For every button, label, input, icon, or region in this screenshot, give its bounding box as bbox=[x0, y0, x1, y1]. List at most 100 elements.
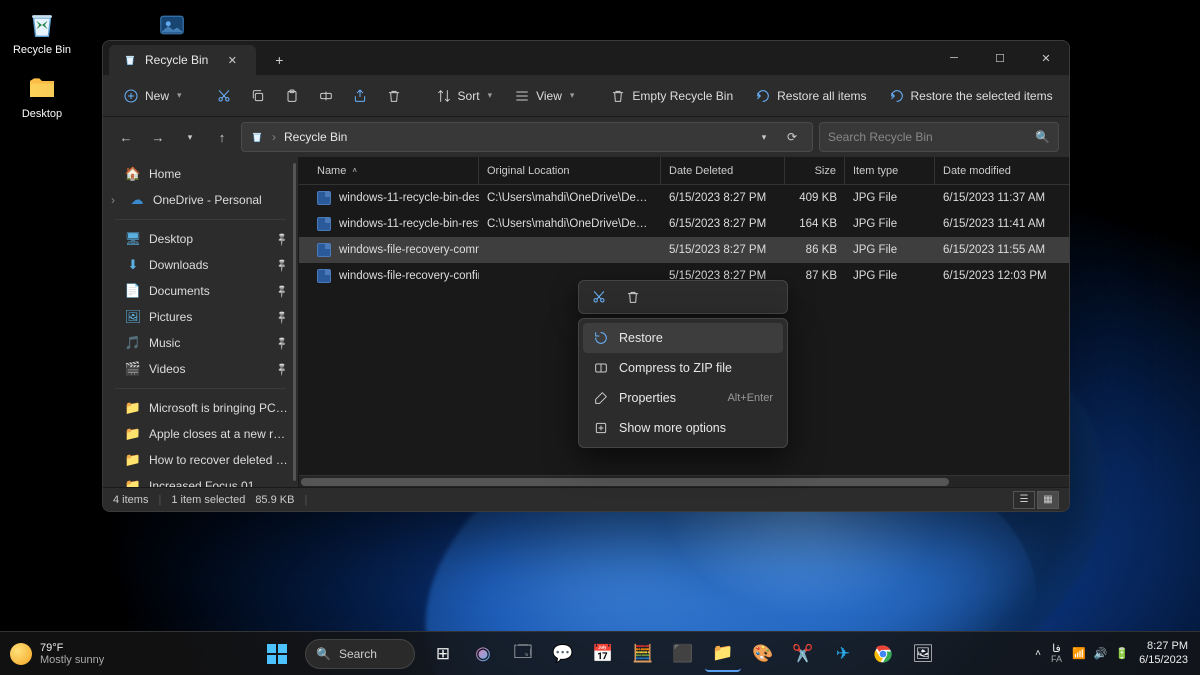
col-size[interactable]: Size bbox=[785, 157, 845, 184]
search-icon: 🔍 bbox=[1035, 130, 1050, 144]
search-box[interactable]: 🔍 bbox=[819, 122, 1059, 152]
sidebar-desktop[interactable]: 🖥Desktop bbox=[103, 226, 298, 252]
sidebar[interactable]: 🏠Home ☁OneDrive - Personal 🖥Desktop ⬇Dow… bbox=[103, 157, 299, 487]
tab-recycle-bin[interactable]: Recycle Bin ✕ bbox=[109, 45, 256, 75]
tiles-view-button[interactable]: ▦ bbox=[1037, 491, 1059, 509]
document-icon: 📄 bbox=[125, 283, 141, 299]
desktop-icon-desktop-folder[interactable]: Desktop bbox=[4, 68, 80, 130]
system-tray[interactable]: 📶 🔊 🔋 bbox=[1072, 647, 1129, 660]
context-menu: Restore Compress to ZIP file PropertiesA… bbox=[578, 318, 788, 448]
battery-icon[interactable]: 🔋 bbox=[1115, 647, 1129, 660]
desktop-icon-recycle-bin[interactable]: Recycle Bin bbox=[4, 4, 80, 66]
share-button[interactable] bbox=[344, 82, 376, 110]
taskbar-app[interactable]: ✈ bbox=[825, 636, 861, 672]
search-input[interactable] bbox=[828, 130, 1035, 144]
new-tab-button[interactable]: + bbox=[264, 45, 294, 75]
file-icon bbox=[317, 191, 331, 205]
recent-dropdown[interactable]: ▾ bbox=[177, 124, 203, 150]
paste-button[interactable] bbox=[276, 82, 308, 110]
weather-widget[interactable]: 79°F Mostly sunny bbox=[10, 642, 104, 666]
delete-button[interactable] bbox=[378, 82, 410, 110]
file-row[interactable]: windows-11-recycle-bin-desktop C:\Users\… bbox=[299, 185, 1069, 211]
sun-icon bbox=[10, 643, 32, 665]
sidebar-documents[interactable]: 📄Documents bbox=[103, 278, 298, 304]
taskbar-app[interactable]: ✂️ bbox=[785, 636, 821, 672]
ctx-compress[interactable]: Compress to ZIP file bbox=[583, 353, 783, 383]
toolbar: New▾ Sort▾ View▾ Empty Recycle Bin Resto… bbox=[103, 75, 1069, 117]
up-button[interactable]: ↑ bbox=[209, 124, 235, 150]
address-dropdown[interactable]: ▾ bbox=[752, 125, 776, 149]
taskbar-chrome[interactable] bbox=[865, 636, 901, 672]
sidebar-videos[interactable]: 🎬Videos bbox=[103, 356, 298, 382]
taskbar-app[interactable]: 🎨 bbox=[745, 636, 781, 672]
address-bar[interactable]: › Recycle Bin ▾ ⟳ bbox=[241, 122, 813, 152]
close-button[interactable]: ✕ bbox=[1023, 41, 1069, 75]
tab-close-button[interactable]: ✕ bbox=[222, 50, 242, 70]
breadcrumb-item[interactable]: Recycle Bin bbox=[284, 130, 347, 144]
video-icon: 🎬 bbox=[125, 361, 141, 377]
refresh-button[interactable]: ⟳ bbox=[780, 125, 804, 149]
sidebar-recent-2[interactable]: 📁How to recover deleted files in Winc bbox=[103, 447, 298, 473]
taskbar-app[interactable]: 🧮 bbox=[625, 636, 661, 672]
taskbar-search[interactable]: 🔍Search bbox=[305, 639, 415, 669]
forward-button[interactable]: → bbox=[145, 124, 171, 150]
file-row[interactable]: windows-11-recycle-bin-restore C:\Users\… bbox=[299, 211, 1069, 237]
col-location[interactable]: Original Location bbox=[479, 157, 661, 184]
file-row[interactable]: windows-file-recovery-command 5/15/2023 … bbox=[299, 237, 1069, 263]
taskbar-app[interactable]: 🗔 bbox=[505, 636, 541, 672]
col-deleted[interactable]: Date Deleted bbox=[661, 157, 785, 184]
copilot-icon[interactable]: ◉ bbox=[465, 636, 501, 672]
delete-icon[interactable] bbox=[623, 287, 643, 307]
sidebar-recent-3[interactable]: 📁Increased Focus 01 bbox=[103, 473, 298, 487]
language-indicator[interactable]: فا FA bbox=[1051, 643, 1062, 665]
sidebar-recent-0[interactable]: 📁Microsoft is bringing PC Game Pass t bbox=[103, 395, 298, 421]
taskbar[interactable]: 79°F Mostly sunny 🔍Search ⊞ ◉ 🗔 💬 📅 🧮 ⬛ … bbox=[0, 631, 1200, 675]
details-view-button[interactable]: ☰ bbox=[1013, 491, 1035, 509]
back-button[interactable]: ← bbox=[113, 124, 139, 150]
col-name[interactable]: Name˄ bbox=[309, 157, 479, 184]
restore-all-button[interactable]: Restore all items bbox=[745, 82, 876, 110]
taskbar-app[interactable]: 📅 bbox=[585, 636, 621, 672]
ctx-properties[interactable]: PropertiesAlt+Enter bbox=[583, 383, 783, 413]
sidebar-home[interactable]: 🏠Home bbox=[103, 161, 298, 187]
wifi-icon[interactable]: 📶 bbox=[1072, 647, 1086, 660]
ctx-restore[interactable]: Restore bbox=[583, 323, 783, 353]
ctx-more-options[interactable]: Show more options bbox=[583, 413, 783, 443]
rename-button[interactable] bbox=[310, 82, 342, 110]
maximize-button[interactable]: ☐ bbox=[977, 41, 1023, 75]
sidebar-pictures[interactable]: 🖼Pictures bbox=[103, 304, 298, 330]
minimize-button[interactable]: ─ bbox=[931, 41, 977, 75]
col-type[interactable]: Item type bbox=[845, 157, 935, 184]
col-modified[interactable]: Date modified bbox=[935, 157, 1069, 184]
empty-recycle-bin-button[interactable]: Empty Recycle Bin bbox=[600, 82, 743, 110]
cut-icon[interactable] bbox=[589, 287, 609, 307]
restore-selected-button[interactable]: Restore the selected items bbox=[879, 82, 1063, 110]
titlebar[interactable]: Recycle Bin ✕ + ─ ☐ ✕ bbox=[103, 41, 1069, 75]
sidebar-downloads[interactable]: ⬇Downloads bbox=[103, 252, 298, 278]
folder-icon: 📁 bbox=[125, 426, 141, 442]
more-button[interactable]: ⋯ bbox=[1069, 83, 1070, 109]
weather-desc: Mostly sunny bbox=[40, 654, 104, 666]
start-button[interactable] bbox=[259, 636, 295, 672]
status-bar: 4 items | 1 item selected 85.9 KB | ☰ ▦ bbox=[103, 487, 1069, 511]
sidebar-music[interactable]: 🎵Music bbox=[103, 330, 298, 356]
clock[interactable]: 8:27 PM 6/15/2023 bbox=[1139, 640, 1188, 666]
copy-button[interactable] bbox=[242, 82, 274, 110]
taskbar-app[interactable]: ⬛ bbox=[665, 636, 701, 672]
taskbar-app[interactable]: 💬 bbox=[545, 636, 581, 672]
sidebar-recent-1[interactable]: 📁Apple closes at a new record high ju bbox=[103, 421, 298, 447]
cut-button[interactable] bbox=[208, 82, 240, 110]
new-button[interactable]: New▾ bbox=[113, 82, 192, 110]
sort-button[interactable]: Sort▾ bbox=[426, 82, 503, 110]
task-view-button[interactable]: ⊞ bbox=[425, 636, 461, 672]
context-quickbar bbox=[578, 280, 788, 314]
view-button[interactable]: View▾ bbox=[504, 82, 584, 110]
sidebar-onedrive[interactable]: ☁OneDrive - Personal bbox=[103, 187, 298, 213]
column-headers[interactable]: Name˄ Original Location Date Deleted Siz… bbox=[299, 157, 1069, 185]
taskbar-app[interactable]: 🖼 bbox=[905, 636, 941, 672]
tray-overflow[interactable]: ˄ bbox=[1035, 648, 1041, 659]
recycle-bin-icon bbox=[25, 8, 59, 42]
horizontal-scrollbar[interactable] bbox=[299, 475, 1069, 487]
volume-icon[interactable]: 🔊 bbox=[1094, 647, 1108, 660]
taskbar-explorer[interactable]: 📁 bbox=[705, 636, 741, 672]
